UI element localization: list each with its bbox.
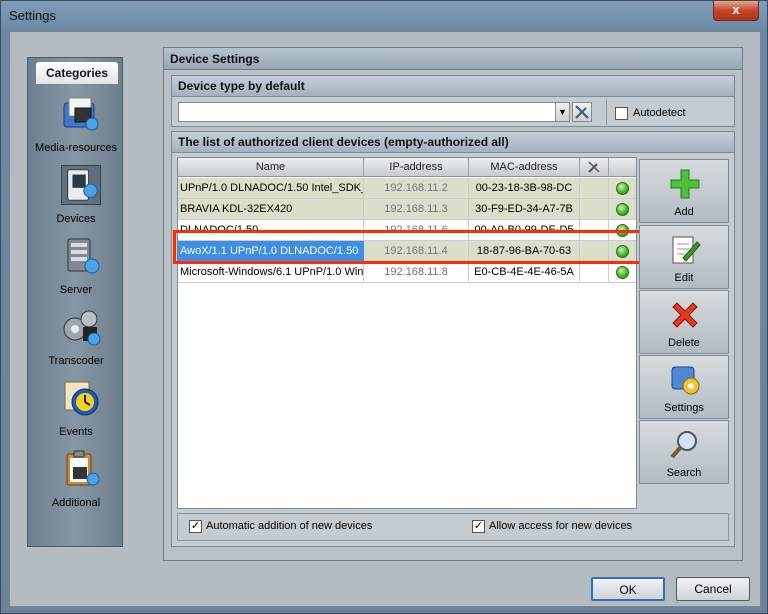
device-type-tools-button[interactable] <box>572 102 592 122</box>
column-header-ip[interactable]: IP-address <box>364 158 469 177</box>
sidebar-item-events[interactable]: Events <box>34 376 118 442</box>
transcoder-icon <box>61 307 101 347</box>
cell-ip: 192.168.11.3 <box>364 199 469 220</box>
divider <box>606 99 607 127</box>
tools-icon <box>588 161 600 173</box>
cell-tools <box>580 199 609 220</box>
sidebar-item-additional[interactable]: Additional <box>34 447 118 513</box>
categories-sidebar: Categories Media-resources Devices Serve… <box>27 57 123 547</box>
magnifier-icon <box>669 429 701 461</box>
cancel-button[interactable]: Cancel <box>676 577 750 601</box>
categories-header: Categories <box>36 62 118 84</box>
tools-icon <box>575 105 589 119</box>
cell-status <box>609 199 636 220</box>
sidebar-item-server[interactable]: Server <box>34 234 118 300</box>
group-title: The list of authorized client devices (e… <box>172 132 734 153</box>
column-header-status[interactable] <box>609 158 636 177</box>
settings-gear-icon <box>669 364 701 396</box>
settings-button[interactable]: Settings <box>639 355 729 419</box>
button-label: Edit <box>674 272 694 284</box>
column-header-name[interactable]: Name <box>178 158 364 177</box>
device-type-combo[interactable]: ▼ <box>178 102 570 122</box>
column-header-mac[interactable]: MAC-address <box>469 158 580 177</box>
sidebar-item-label: Server <box>59 284 93 296</box>
status-green-icon <box>616 182 629 195</box>
table-row[interactable]: Microsoft-Windows/6.1 UPnP/1.0 Wind 192.… <box>178 262 636 283</box>
cell-mac: 00-23-18-3B-98-DC <box>469 178 580 199</box>
column-header-tools[interactable] <box>580 158 609 177</box>
device-type-group: Device type by default ▼ Autodetect <box>171 75 735 127</box>
cell-ip: 192.168.11.2 <box>364 178 469 199</box>
allow-access-label: Allow access for new devices <box>489 520 633 532</box>
button-label: Settings <box>664 402 704 414</box>
folder-media-icon <box>61 94 101 134</box>
edit-button[interactable]: Edit <box>639 225 729 289</box>
sidebar-item-label: Additional <box>51 497 101 509</box>
server-icon <box>61 236 101 276</box>
cell-name: BRAVIA KDL-32EX420 <box>178 199 364 220</box>
status-green-icon <box>616 203 629 216</box>
sidebar-item-label: Devices <box>56 213 96 225</box>
cell-mac: 30-F9-ED-34-A7-7B <box>469 199 580 220</box>
auto-add-checkbox[interactable]: ✓ <box>189 520 202 533</box>
delete-button[interactable]: Delete <box>639 290 729 354</box>
cell-tools <box>580 178 609 199</box>
clock-events-icon <box>61 378 101 418</box>
window-title: Settings <box>9 8 56 23</box>
plus-icon <box>669 168 701 200</box>
autodetect-checkbox[interactable] <box>615 107 628 120</box>
red-x-icon <box>669 299 701 331</box>
chevron-down-icon[interactable]: ▼ <box>555 103 569 121</box>
cell-status <box>609 178 636 199</box>
button-label: Search <box>666 467 702 479</box>
autodetect-label: Autodetect <box>633 107 686 119</box>
clipboard-icon <box>61 449 101 489</box>
table-row[interactable]: UPnP/1.0 DLNADOC/1.50 Intel_SDK_f 192.16… <box>178 178 636 199</box>
close-button[interactable]: x <box>713 1 759 21</box>
settings-window: Settings x Categories Media-resources De… <box>0 0 768 614</box>
sidebar-item-label: Media-resources <box>35 142 117 154</box>
sidebar-item-media-resources[interactable]: Media-resources <box>34 92 118 158</box>
group-title: Device type by default <box>172 76 734 97</box>
sidebar-item-label: Events <box>59 426 93 438</box>
allow-access-checkbox[interactable]: ✓ <box>472 520 485 533</box>
sidebar-item-transcoder[interactable]: Transcoder <box>34 305 118 371</box>
button-label: Delete <box>668 337 700 349</box>
cell-name: Microsoft-Windows/6.1 UPnP/1.0 Wind <box>178 262 364 283</box>
cell-ip: 192.168.11.8 <box>364 262 469 283</box>
search-button[interactable]: Search <box>639 420 729 484</box>
panel-title: Device Settings <box>164 48 742 70</box>
auto-add-label: Automatic addition of new devices <box>206 520 373 532</box>
options-strip: ✓ Automatic addition of new devices ✓ Al… <box>177 513 729 541</box>
device-table: Name IP-address MAC-address UPnP/1.0 DLN… <box>177 157 637 509</box>
device-icon <box>61 165 101 205</box>
highlight-annotation <box>173 230 642 264</box>
sidebar-item-label: Transcoder <box>48 355 104 367</box>
title-bar[interactable]: Settings x <box>1 1 767 31</box>
ok-button[interactable]: OK <box>591 577 665 601</box>
table-header: Name IP-address MAC-address <box>178 158 636 177</box>
sidebar-item-devices[interactable]: Devices <box>34 163 118 229</box>
cell-status <box>609 262 636 283</box>
add-button[interactable]: Add <box>639 159 729 223</box>
status-green-icon <box>616 266 629 279</box>
edit-document-icon <box>669 234 701 266</box>
cell-mac: E0-CB-4E-4E-46-5A <box>469 262 580 283</box>
cell-name: UPnP/1.0 DLNADOC/1.50 Intel_SDK_f <box>178 178 364 199</box>
device-actions: Add Edit Delete Settings Search <box>639 159 729 507</box>
button-label: Add <box>674 206 694 218</box>
cell-tools <box>580 262 609 283</box>
table-row[interactable]: BRAVIA KDL-32EX420 192.168.11.3 30-F9-ED… <box>178 199 636 220</box>
